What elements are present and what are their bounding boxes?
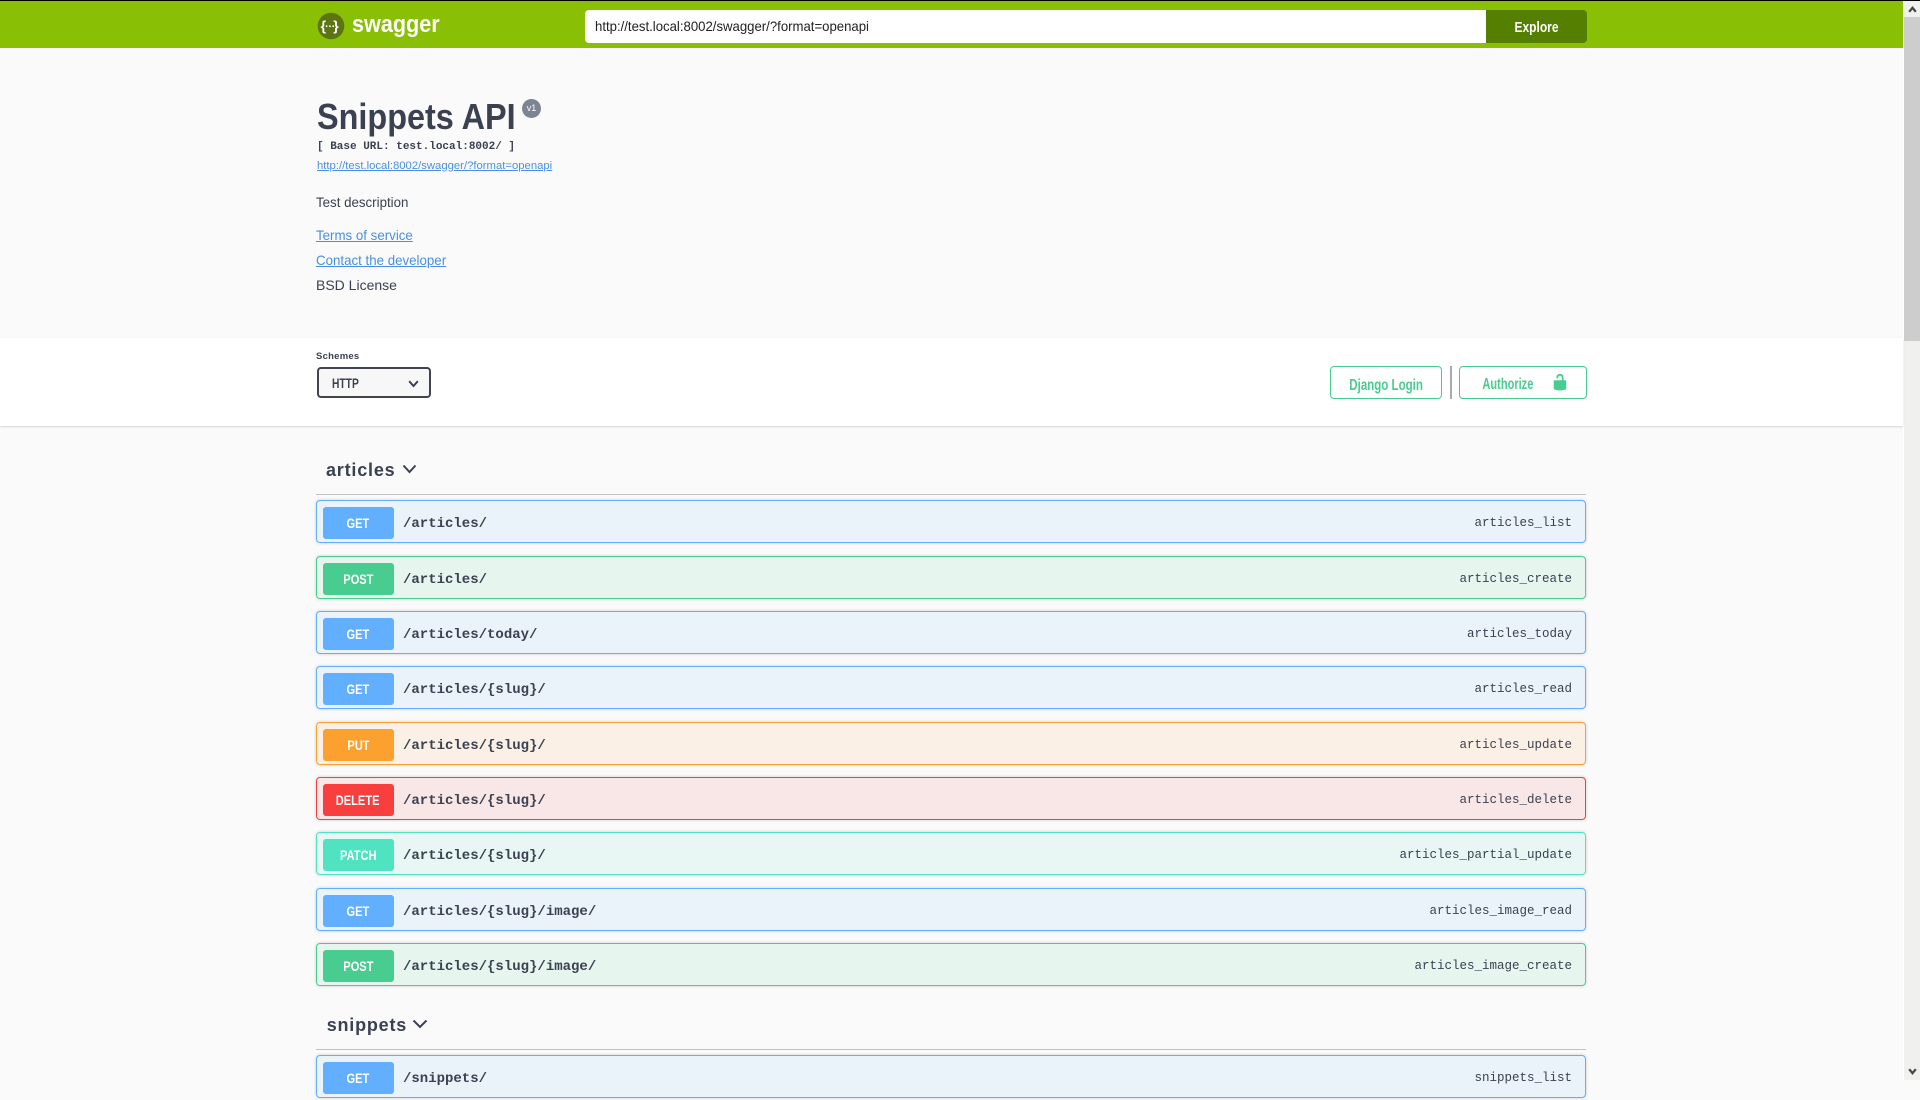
svg-text:{: {: [321, 17, 327, 33]
svg-text:}: }: [333, 17, 339, 33]
